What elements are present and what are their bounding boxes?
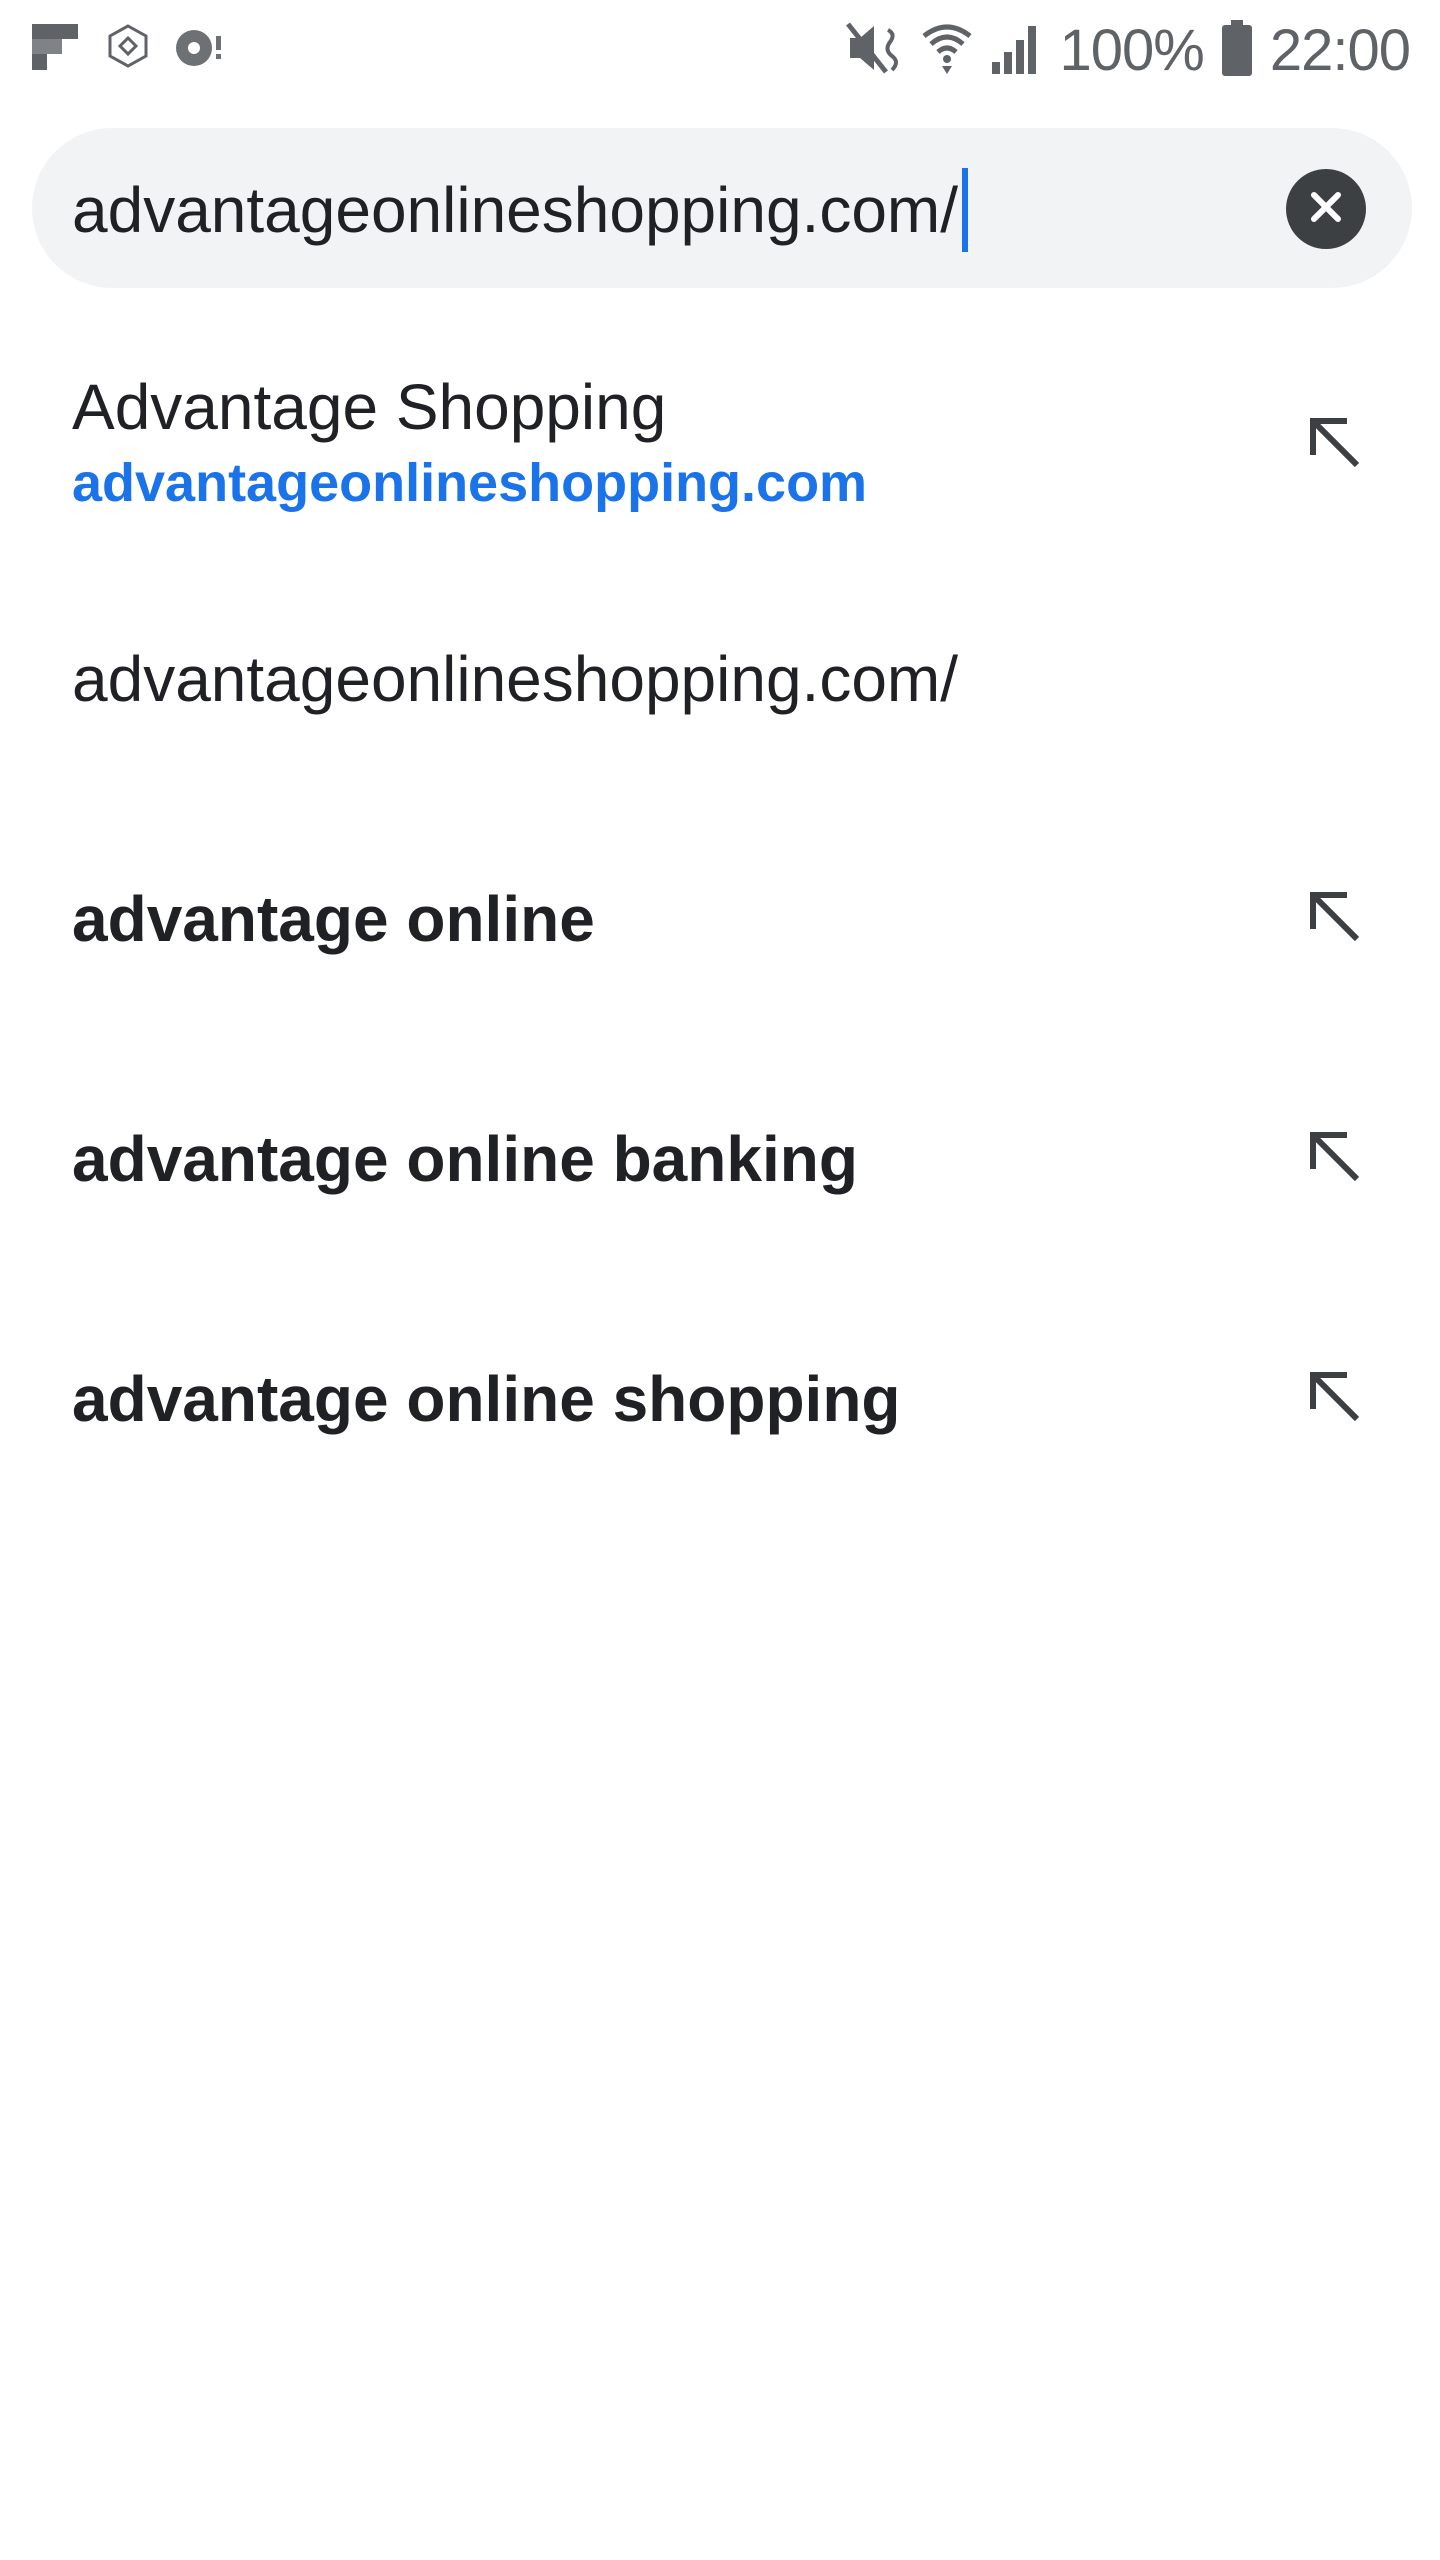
text-cursor — [962, 168, 968, 252]
close-icon — [1306, 187, 1346, 232]
status-bar-right: 100% 22:00 — [845, 14, 1411, 86]
suggestion-item-search[interactable]: advantage online banking — [0, 1100, 1440, 1220]
refine-suggestion-button[interactable] — [1290, 1354, 1380, 1444]
arrow-up-left-icon — [1305, 413, 1365, 478]
refine-suggestion-button[interactable] — [1290, 1114, 1380, 1204]
status-bar: 100% 22:00 — [0, 0, 1440, 100]
app-icon — [104, 22, 152, 75]
url-input-text: advantageonlineshopping.com/ — [72, 174, 958, 246]
suggestion-url: advantageonlineshopping.com — [72, 453, 868, 513]
suggestion-item-search[interactable]: advantage online — [0, 860, 1440, 980]
music-sync-icon — [174, 24, 226, 75]
suggestion-text: advantage online — [72, 883, 595, 955]
clock: 22:00 — [1269, 17, 1411, 83]
chrome-omnibox-screen: 100% 22:00 advantageonlineshopping.com/ — [0, 0, 1440, 2560]
mute-icon — [845, 20, 904, 81]
arrow-up-left-icon — [1305, 1127, 1365, 1192]
flipboard-icon — [32, 24, 78, 75]
suggestion-item-url[interactable]: advantageonlineshopping.com/ — [0, 600, 1440, 760]
url-input[interactable]: advantageonlineshopping.com/ — [72, 168, 968, 252]
clear-input-button[interactable] — [1286, 169, 1366, 249]
battery-percent: 100% — [1059, 17, 1205, 83]
refine-suggestion-button[interactable] — [1290, 874, 1380, 964]
suggestion-text: advantageonlineshopping.com/ — [72, 643, 958, 715]
arrow-up-left-icon — [1305, 1367, 1365, 1432]
suggestion-text: advantage online shopping — [72, 1363, 901, 1435]
wifi-icon — [921, 20, 972, 81]
suggestion-title: Advantage Shopping — [72, 371, 667, 443]
suggestion-text: advantage online banking — [72, 1123, 858, 1195]
arrow-up-left-icon — [1305, 887, 1365, 952]
suggestion-item-search[interactable]: advantage online shopping — [0, 1340, 1440, 1460]
signal-icon — [990, 22, 1042, 79]
battery-icon — [1221, 19, 1252, 81]
address-bar[interactable]: advantageonlineshopping.com/ — [32, 128, 1412, 288]
refine-suggestion-button[interactable] — [1290, 400, 1380, 490]
suggestion-item-site[interactable]: Advantage Shopping advantageonlineshoppi… — [0, 340, 1440, 560]
